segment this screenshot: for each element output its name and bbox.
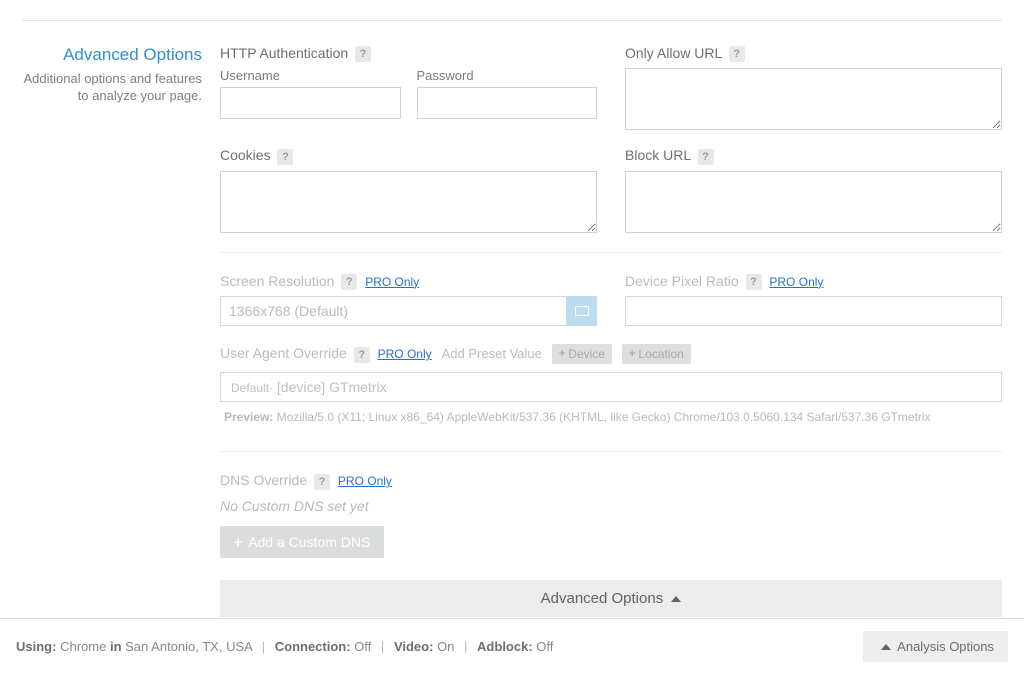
help-icon[interactable]: ? [314, 474, 330, 490]
screen-resolution-preset-button[interactable] [567, 296, 597, 326]
only-allow-url-textarea[interactable] [625, 68, 1002, 130]
device-pixel-ratio-input [625, 296, 1002, 326]
chevron-up-icon [881, 644, 891, 650]
analysis-options-button[interactable]: Analysis Options [863, 631, 1008, 662]
user-agent-override-label: User Agent Override ? PRO Only [220, 345, 432, 362]
summary-footer: Using: Chrome in San Antonio, TX, USA | … [0, 618, 1024, 674]
divider [220, 252, 1002, 253]
dns-empty-message: No Custom DNS set yet [220, 498, 1002, 514]
username-label: Username [220, 68, 401, 83]
user-agent-input: Default· [device] GTmetrix [220, 372, 1002, 402]
pro-only-link[interactable]: PRO Only [378, 347, 432, 361]
help-icon[interactable]: ? [746, 274, 762, 290]
plus-icon: + [559, 348, 565, 360]
add-preset-value-label: Add Preset Value [442, 346, 542, 361]
plus-icon: + [629, 348, 635, 360]
advanced-options-toggle[interactable]: Advanced Options [220, 580, 1002, 617]
help-icon[interactable]: ? [277, 149, 293, 165]
add-custom-dns-button[interactable]: + Add a Custom DNS [220, 526, 384, 558]
dns-override-label: DNS Override ? PRO Only [220, 472, 1002, 489]
block-url-label: Block URL ? [625, 147, 1002, 164]
pro-only-link[interactable]: PRO Only [769, 275, 823, 289]
help-icon[interactable]: ? [698, 149, 714, 165]
username-input[interactable] [220, 87, 401, 119]
sidebar-description: Advanced Options Additional options and … [22, 45, 220, 617]
summary-text: Using: Chrome in San Antonio, TX, USA | … [16, 639, 553, 654]
section-title: Advanced Options [22, 45, 202, 65]
http-auth-label: HTTP Authentication ? [220, 45, 597, 62]
cookies-textarea[interactable] [220, 171, 597, 233]
user-agent-preview: Preview: Mozilla/5.0 (X11; Linux x86_64)… [220, 410, 1002, 426]
add-location-preset-button[interactable]: + Location [622, 344, 691, 364]
screen-resolution-input [220, 296, 567, 326]
add-device-preset-button[interactable]: + Device [552, 344, 612, 364]
only-allow-url-label: Only Allow URL ? [625, 45, 1002, 62]
device-pixel-ratio-label: Device Pixel Ratio ? PRO Only [625, 273, 1002, 290]
password-label: Password [417, 68, 598, 83]
help-icon[interactable]: ? [355, 46, 371, 62]
help-icon[interactable]: ? [354, 347, 370, 363]
monitor-icon [575, 306, 589, 316]
password-input[interactable] [417, 87, 598, 119]
help-icon[interactable]: ? [729, 46, 745, 62]
advanced-options-form: HTTP Authentication ? Username Password [220, 45, 1002, 617]
cookies-label: Cookies ? [220, 147, 597, 164]
pro-only-link[interactable]: PRO Only [365, 275, 419, 289]
plus-icon: + [234, 534, 242, 550]
help-icon[interactable]: ? [341, 274, 357, 290]
block-url-textarea[interactable] [625, 171, 1002, 233]
pro-only-link[interactable]: PRO Only [338, 474, 392, 488]
screen-resolution-label: Screen Resolution ? PRO Only [220, 273, 597, 290]
chevron-up-icon [671, 596, 681, 602]
divider [220, 451, 1002, 452]
section-description: Additional options and features to analy… [22, 71, 202, 105]
